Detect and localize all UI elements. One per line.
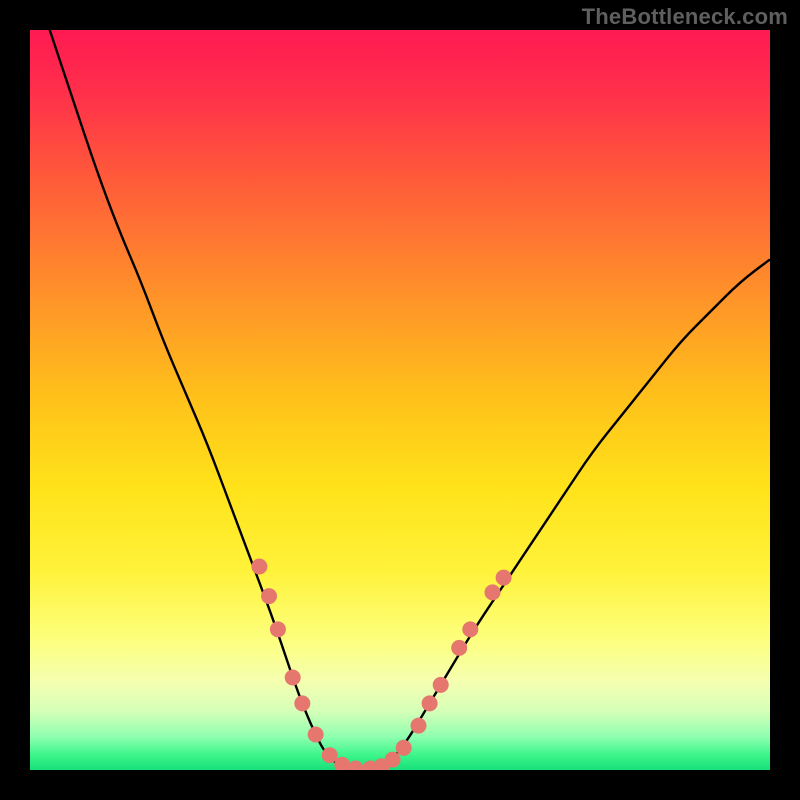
watermark-text: TheBottleneck.com bbox=[582, 4, 788, 30]
marker-dot bbox=[270, 621, 286, 637]
marker-dot bbox=[322, 747, 338, 763]
marker-dot bbox=[396, 740, 412, 756]
marker-dot bbox=[422, 695, 438, 711]
bottleneck-chart bbox=[30, 30, 770, 770]
marker-dot bbox=[285, 670, 301, 686]
marker-dot bbox=[385, 752, 401, 768]
marker-dot bbox=[451, 640, 467, 656]
marker-dot bbox=[308, 726, 324, 742]
marker-dot bbox=[294, 695, 310, 711]
marker-dot bbox=[496, 570, 512, 586]
outer-frame: TheBottleneck.com bbox=[0, 0, 800, 800]
marker-dot bbox=[485, 584, 501, 600]
marker-dot bbox=[433, 677, 449, 693]
marker-dot bbox=[462, 621, 478, 637]
marker-dot bbox=[411, 718, 427, 734]
gradient-background bbox=[30, 30, 770, 770]
marker-dot bbox=[251, 559, 267, 575]
marker-dot bbox=[261, 588, 277, 604]
plot-area bbox=[30, 30, 770, 770]
